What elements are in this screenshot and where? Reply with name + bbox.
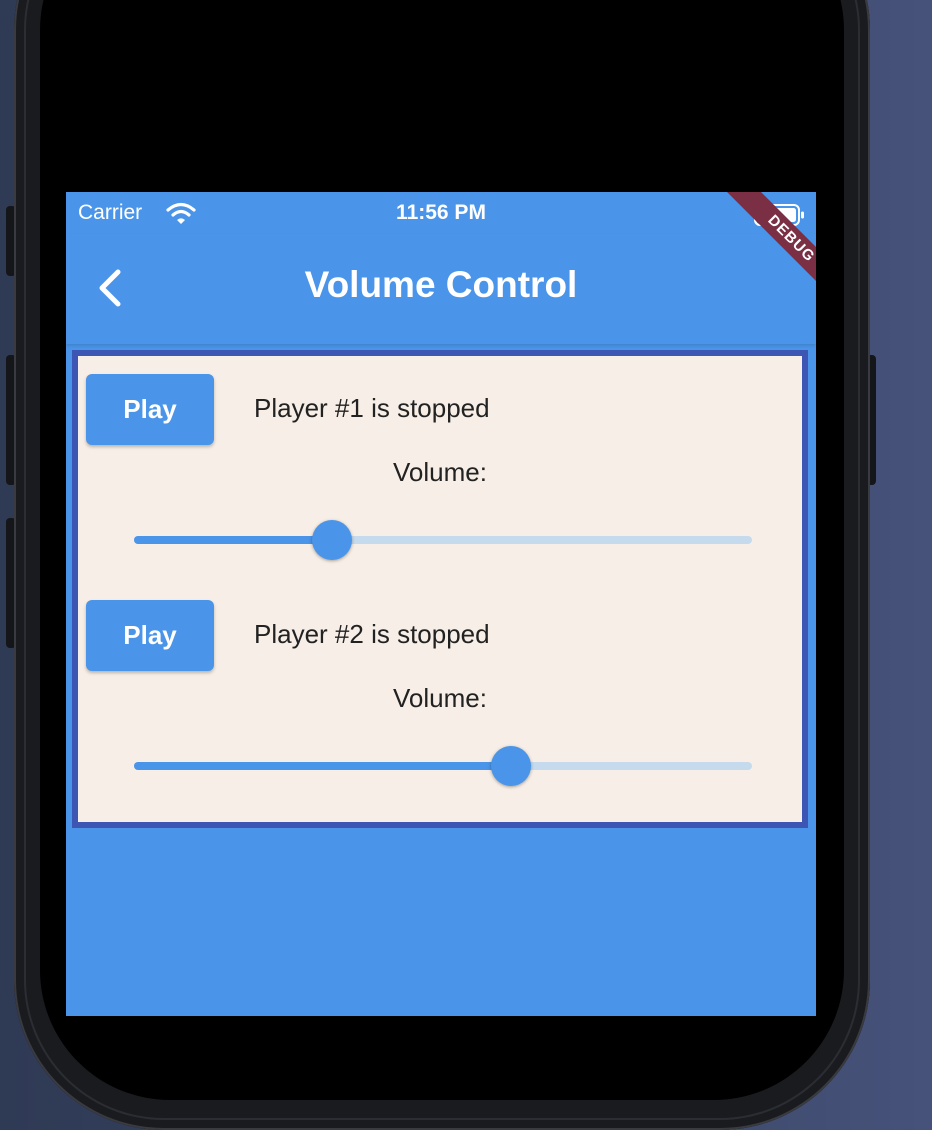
clock-time: 11:56 PM: [396, 201, 486, 224]
slider-thumb[interactable]: [311, 520, 352, 560]
slider-thumb[interactable]: [490, 746, 531, 786]
play-button-2[interactable]: Play: [86, 600, 214, 671]
volume-slider-1[interactable]: [134, 520, 752, 560]
slider-active-track: [134, 762, 511, 770]
volume-label-1: Volume:: [393, 457, 487, 487]
volume-label-2: Volume:: [393, 683, 487, 713]
app-bar: Volume Control: [66, 234, 816, 344]
player-panel: Play Player #1 is stopped Volume: Play P…: [72, 350, 808, 828]
status-bar: Carrier 11:56 PM: [66, 192, 816, 234]
app-screen: Carrier 11:56 PM DEBUG Volume Control Pl…: [66, 192, 816, 1016]
player-2-status: Player #2 is stopped: [254, 619, 490, 649]
slider-active-track: [134, 536, 332, 544]
player-1-status: Player #1 is stopped: [254, 393, 490, 423]
volume-slider-2[interactable]: [134, 746, 752, 786]
play-button-1[interactable]: Play: [86, 374, 214, 445]
page-title: Volume Control: [304, 264, 578, 305]
